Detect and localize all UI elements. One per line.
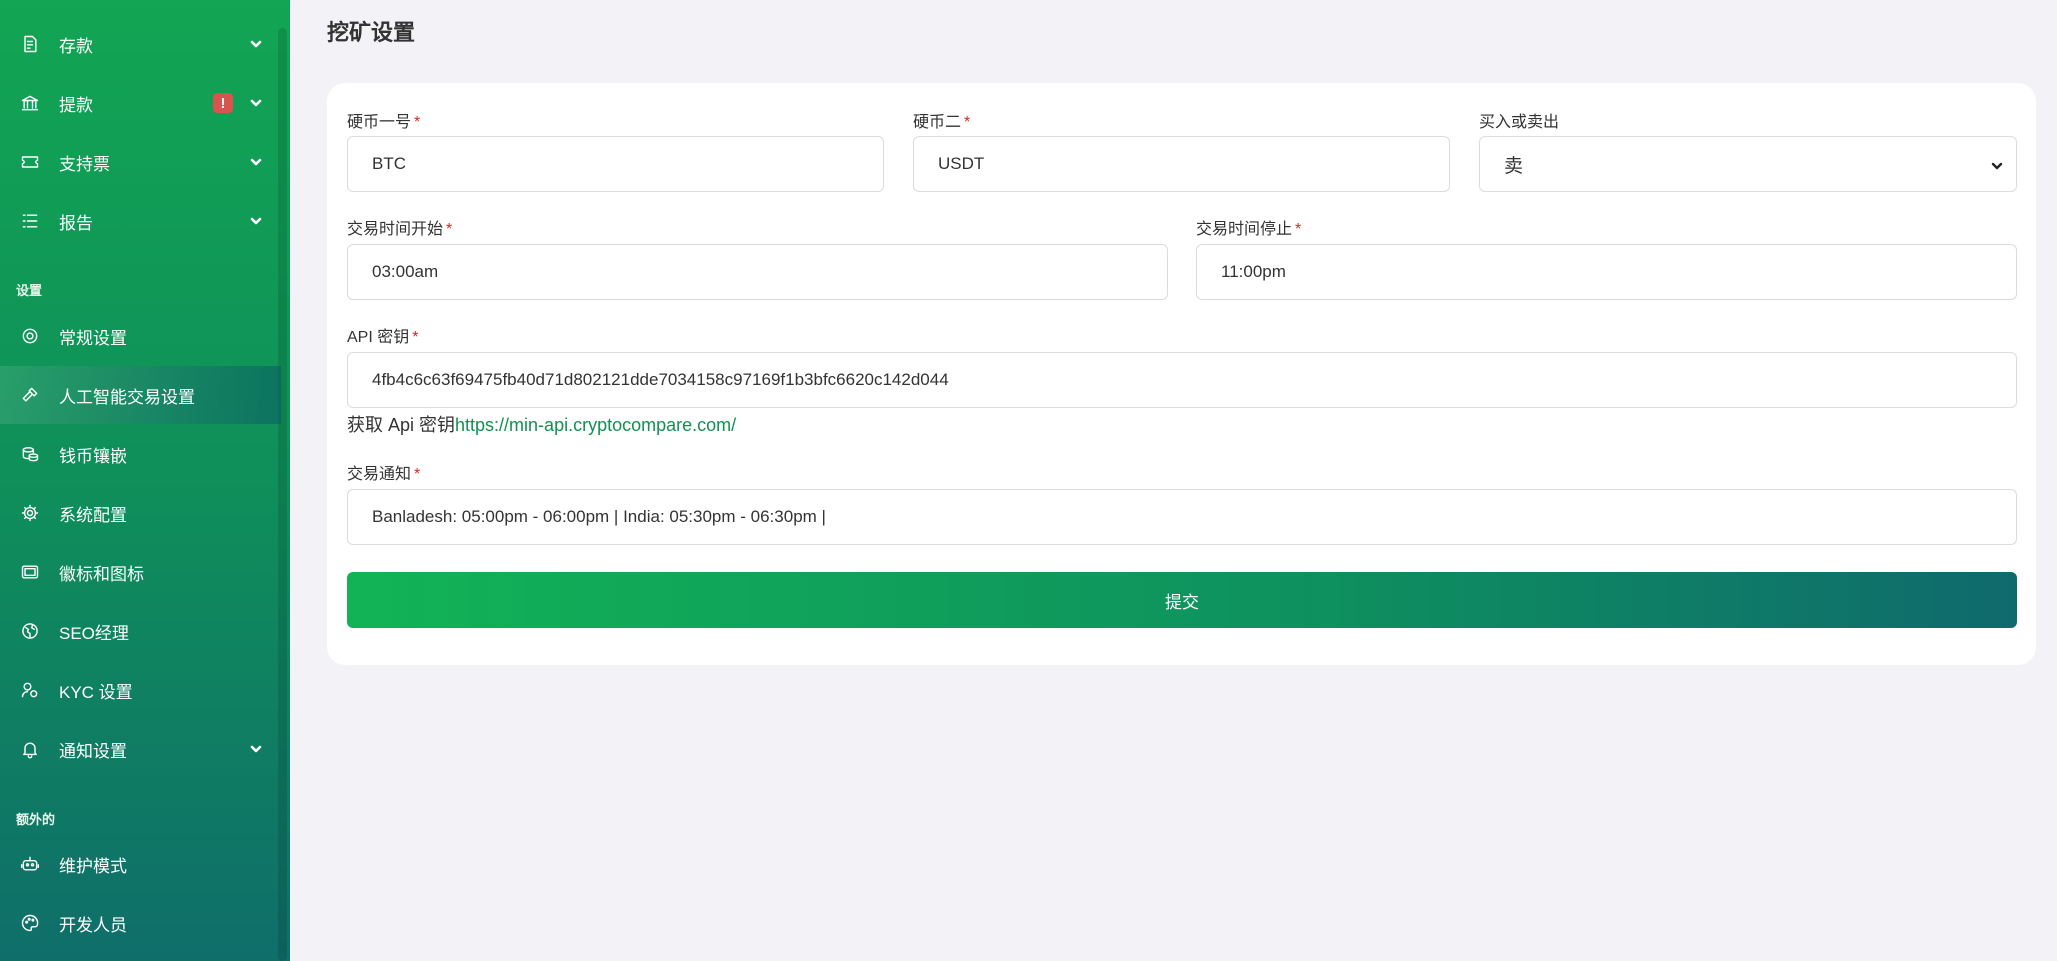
required-mark: * [414, 466, 421, 483]
time-start-value: 03:00am [372, 262, 439, 281]
notice-value: Banladesh: 05:00pm - 06:00pm | India: 05… [372, 507, 826, 526]
sidebar-item-label: 开发人员 [59, 915, 127, 935]
section-label-extra: 额外的 [16, 812, 56, 827]
sidebar-item-general-settings[interactable]: 常规设置 [0, 307, 281, 365]
globe-icon [19, 620, 41, 642]
gear-icon [19, 502, 41, 524]
sidebar: 存款 提款 ! 支持票 报告 设置 常规设置 人工智能交易设置 钱币镶嵌 系统配… [0, 0, 290, 961]
sidebar-item-notification-settings[interactable]: 通知设置 [0, 720, 281, 778]
bank-icon [19, 92, 41, 114]
time-stop-input[interactable]: 11:00pm [1196, 244, 2017, 300]
buy-sell-value: 卖 [1504, 155, 1524, 177]
sidebar-item-logo-icons[interactable]: 徽标和图标 [0, 543, 281, 601]
required-mark: * [414, 114, 421, 131]
section-label-settings: 设置 [16, 283, 43, 298]
coin-two-value: USDT [938, 154, 985, 173]
sidebar-item-label: SEO经理 [59, 623, 129, 643]
required-mark: * [1295, 221, 1302, 238]
alert-badge: ! [213, 93, 233, 113]
api-key-label: API 密钥 * [347, 323, 418, 347]
api-key-helper: 获取 Api 密钥https://min-api.cryptocompare.c… [347, 411, 736, 437]
time-start-label-text: 交易时间开始 [347, 221, 444, 238]
sidebar-item-ai-trading-settings[interactable]: 人工智能交易设置 [0, 366, 281, 424]
sidebar-item-coin-embed[interactable]: 钱币镶嵌 [0, 425, 281, 483]
coins-icon [19, 443, 41, 465]
image-icon [19, 561, 41, 583]
user-check-icon [19, 679, 41, 701]
sidebar-item-label: 系统配置 [59, 505, 127, 525]
notice-label-text: 交易通知 [347, 466, 412, 483]
sidebar-item-label: 通知设置 [59, 741, 127, 761]
coin-one-value: BTC [372, 154, 406, 173]
coin-two-input[interactable]: USDT [913, 136, 1450, 192]
time-stop-label: 交易时间停止 * [1196, 215, 1301, 239]
sidebar-item-system-config[interactable]: 系统配置 [0, 484, 281, 542]
coin-one-label-text: 硬币一号 [347, 114, 412, 131]
sidebar-item-label: 徽标和图标 [59, 564, 144, 584]
sidebar-item-report[interactable]: 报告 [0, 192, 281, 250]
sidebar-item-label: KYC 设置 [59, 682, 133, 702]
sidebar-item-kyc-settings[interactable]: KYC 设置 [0, 661, 281, 719]
bell-icon [19, 738, 41, 760]
coin-two-label: 硬币二 * [913, 108, 970, 132]
coin-two-label-text: 硬币二 [913, 114, 962, 131]
api-key-input[interactable]: 4fb4c6c63f69475fb40d71d802121dde7034158c… [347, 352, 2017, 408]
time-stop-label-text: 交易时间停止 [1196, 221, 1293, 238]
required-mark: * [964, 114, 971, 131]
lifebuoy-icon [19, 325, 41, 347]
api-help-text: 获取 Api 密钥 [347, 415, 456, 435]
chevron-down-icon [249, 96, 263, 110]
sidebar-item-maintenance-mode[interactable]: 维护模式 [0, 835, 281, 893]
time-start-input[interactable]: 03:00am [347, 244, 1168, 300]
chevron-down-icon [249, 214, 263, 228]
chevron-down-icon [1990, 157, 2004, 171]
time-start-label: 交易时间开始 * [347, 215, 452, 239]
sidebar-item-label: 常规设置 [59, 328, 127, 348]
buy-sell-select[interactable]: 卖 [1479, 136, 2017, 192]
deposit-icon [19, 33, 41, 55]
api-key-label-text: API 密钥 [347, 329, 410, 346]
robot-icon [19, 853, 41, 875]
required-mark: * [412, 329, 419, 346]
notice-input[interactable]: Banladesh: 05:00pm - 06:00pm | India: 05… [347, 489, 2017, 545]
sidebar-item-developer[interactable]: 开发人员 [0, 894, 281, 952]
sidebar-item-label: 人工智能交易设置 [59, 387, 195, 407]
coin-one-input[interactable]: BTC [347, 136, 884, 192]
sidebar-item-label: 钱币镶嵌 [59, 446, 127, 466]
coin-one-label: 硬币一号 * [347, 108, 420, 132]
list-icon [19, 210, 41, 232]
required-mark: * [446, 221, 453, 238]
chevron-down-icon [249, 155, 263, 169]
submit-button[interactable]: 提交 [347, 572, 2017, 628]
page-title: 挖矿设置 [327, 20, 416, 45]
sidebar-item-withdraw[interactable]: 提款 ! [0, 74, 281, 132]
ticket-icon [19, 151, 41, 173]
sidebar-item-label: 存款 [59, 36, 93, 56]
sidebar-item-deposit[interactable]: 存款 [0, 15, 281, 73]
time-stop-value: 11:00pm [1221, 262, 1286, 281]
chevron-down-icon [249, 742, 263, 756]
api-key-value: 4fb4c6c63f69475fb40d71d802121dde7034158c… [372, 370, 949, 389]
chevron-down-icon [249, 37, 263, 51]
sidebar-item-support-ticket[interactable]: 支持票 [0, 133, 281, 191]
api-help-link[interactable]: https://min-api.cryptocompare.com/ [455, 415, 736, 435]
buy-sell-label: 买入或卖出 [1479, 114, 1560, 131]
sidebar-item-label: 报告 [59, 213, 93, 233]
hammer-icon [19, 384, 41, 406]
notice-label: 交易通知 * [347, 460, 420, 484]
sidebar-item-label: 提款 [59, 95, 93, 115]
palette-icon [19, 912, 41, 934]
sidebar-item-seo-manager[interactable]: SEO经理 [0, 602, 281, 660]
sidebar-item-label: 支持票 [59, 154, 110, 174]
sidebar-item-label: 维护模式 [59, 856, 127, 876]
